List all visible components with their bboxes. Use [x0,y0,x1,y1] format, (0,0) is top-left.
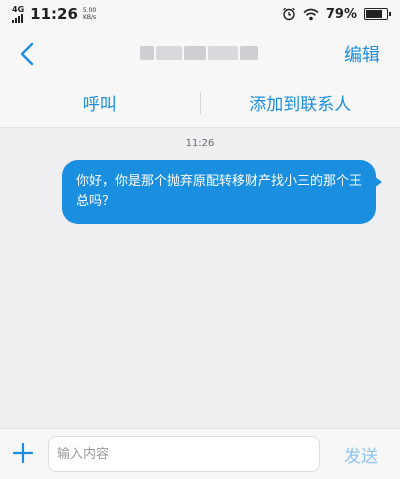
edit-button[interactable]: 编辑 [344,41,380,67]
plus-icon[interactable] [12,442,34,464]
add-to-contacts-button[interactable]: 添加到联系人 [201,90,400,115]
message-list[interactable]: 11:26 你好，你是那个抛弃原配转移财产找小三的那个王总吗？ [0,128,400,428]
signal-icon: 4G [12,4,25,23]
network-type: 4G [12,4,25,14]
call-button[interactable]: 呼叫 [0,90,200,115]
compose-bar: 发送 [0,428,400,479]
bubble-tail [374,176,382,188]
messaging-screen: 4G 11:26 5.00 KB/s 79% 编辑 呼叫 添加到联系人 11:2… [0,0,400,479]
outgoing-message-bubble[interactable]: 你好，你是那个抛弃原配转移财产找小三的那个王总吗？ [62,160,382,224]
network-speed-value: 5.00 [82,7,97,14]
chevron-left-icon[interactable] [18,42,38,66]
battery-percentage: 79% [325,6,357,22]
status-time: 11:26 [30,5,78,23]
contact-name-redacted [140,44,260,62]
network-speed: 5.00 KB/s [83,7,96,21]
message-text: 你好，你是那个抛弃原配转移财产找小三的那个王总吗？ [76,174,363,209]
contact-actions: 呼叫 添加到联系人 [0,78,400,128]
network-speed-unit: KB/s [82,14,97,21]
battery-icon [364,8,391,20]
message-timestamp: 11:26 [185,138,215,149]
message-input[interactable] [48,436,320,472]
status-bar: 4G 11:26 5.00 KB/s 79% [0,0,400,28]
battery-fill [366,10,382,18]
wifi-icon [303,8,319,20]
send-button[interactable]: 发送 [344,442,378,467]
alarm-icon [282,7,295,21]
conversation-header: 编辑 [0,28,400,78]
